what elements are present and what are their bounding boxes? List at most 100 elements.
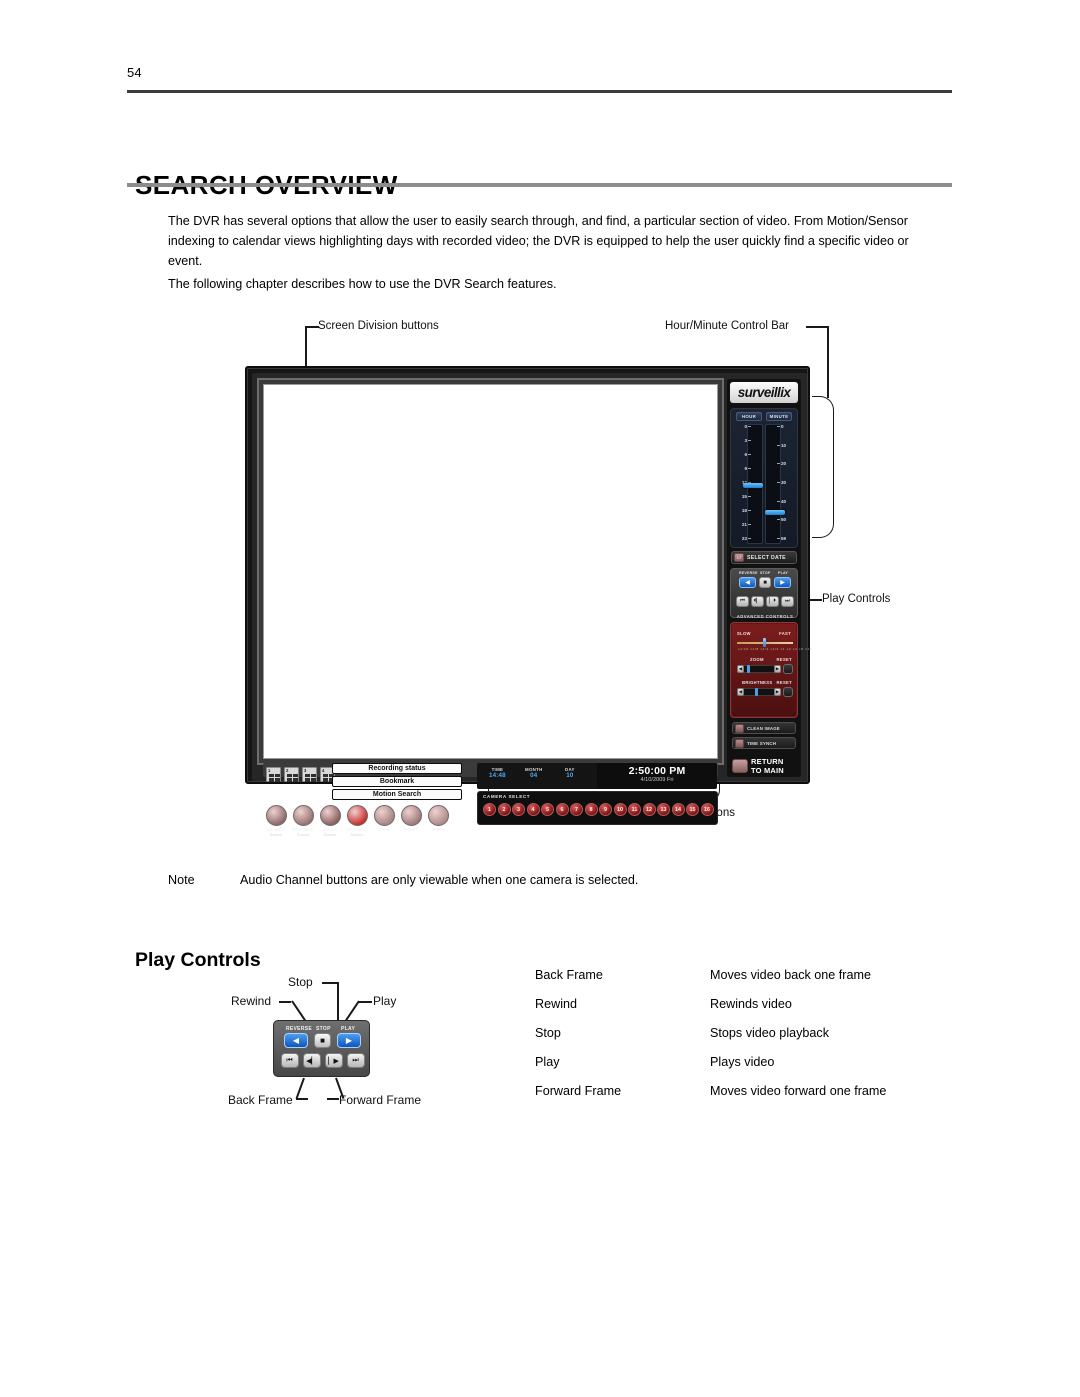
time-synch-icon	[735, 738, 744, 748]
zoom-reset-button[interactable]	[783, 664, 793, 674]
return-to-main-button[interactable]: RETURN TO MAIN	[732, 755, 798, 777]
search-tool-button[interactable]: INDEX Search	[318, 805, 342, 837]
search-tool-icon	[265, 805, 287, 826]
camera-select-button[interactable]: 14	[671, 803, 685, 816]
back-frame-button[interactable]: ⏮	[736, 596, 749, 607]
figure-transport-buttons: ◀ ■ ▶	[274, 1033, 371, 1048]
forward-frame-button[interactable]: ⏭	[781, 596, 794, 607]
camera-select-button[interactable]: 9	[599, 803, 612, 816]
brightness-slider-thumb[interactable]	[755, 688, 758, 696]
screen-division-button[interactable]: 3	[302, 767, 317, 782]
search-tool-label-2: Search	[350, 832, 364, 837]
figure-frame-buttons: ⏮ ◀▏ ▏▶ ⏭	[274, 1053, 371, 1068]
figure-stop-caption: STOP	[316, 1026, 331, 1032]
camera-select-button[interactable]: 8	[584, 803, 598, 816]
reverse-button[interactable]: ◀	[739, 577, 756, 588]
hour-minute-control-bar[interactable]: HOUR MINUTE 03691215182123 0102030405059	[730, 408, 798, 548]
brightness-increase-icon[interactable]: ▶	[774, 688, 781, 696]
figure-reverse-button[interactable]: ◀	[284, 1033, 308, 1048]
playback-field[interactable]: TIME 14:48	[489, 767, 506, 779]
camera-select-button[interactable]: 10	[613, 803, 627, 816]
time-synch-button[interactable]: TIME SYNCH	[732, 737, 796, 749]
screen-division-button[interactable]: 1	[266, 767, 281, 782]
control-description: Plays video	[710, 1055, 775, 1069]
subsection-title: Play Controls	[135, 949, 261, 972]
control-description: Rewinds video	[710, 997, 792, 1011]
figure-step-back-button[interactable]: ◀▏	[302, 1053, 321, 1068]
stop-button[interactable]: ■	[759, 577, 771, 588]
zoom-decrease-icon[interactable]: ◀	[737, 665, 744, 673]
division-number: 3	[304, 768, 307, 773]
speed-tick-labels: x1/16 x1/8 x1/4 x1/2 x1 x2 x4 x8 x16	[738, 647, 813, 651]
play-button[interactable]: ▶	[774, 577, 791, 588]
table-row: Forward Frame Moves video forward one fra…	[535, 1084, 955, 1113]
camera-select-button[interactable]: 2	[497, 803, 511, 816]
return-line-2: TO MAIN	[751, 766, 784, 775]
minute-slider-track[interactable]	[765, 424, 781, 544]
figure-stop-button[interactable]: ■	[314, 1033, 331, 1048]
brightness-reset-button[interactable]	[783, 687, 793, 697]
search-tool-button[interactable]: SAVE	[372, 805, 396, 832]
status-box[interactable]: Motion Search	[332, 789, 462, 800]
camera-select-button[interactable]: 11	[628, 803, 641, 816]
playback-field-value: 04	[530, 772, 538, 779]
leader-line	[305, 326, 319, 328]
zoom-slider-thumb[interactable]	[747, 665, 750, 673]
figure-label-stop: Stop	[288, 975, 313, 989]
return-icon	[732, 759, 748, 773]
calendar-button[interactable]: 17 SELECT DATE	[731, 551, 797, 564]
figure-step-forward-button[interactable]: ▏▶	[324, 1053, 343, 1068]
logo-text: surveillix	[737, 385, 791, 400]
callout-play-controls: Play Controls	[822, 593, 891, 605]
camera-select-button[interactable]: 6	[555, 803, 569, 816]
minute-slider-thumb[interactable]	[765, 510, 785, 515]
search-tool-button[interactable]: OBJECT Search	[264, 805, 288, 837]
brightness-decrease-icon[interactable]: ◀	[737, 688, 744, 696]
step-forward-button[interactable]: ▏⏵	[766, 596, 779, 607]
camera-select-button[interactable]: 16	[700, 803, 714, 816]
leader-line	[327, 1098, 339, 1100]
figure-back-frame-button[interactable]: ⏮	[280, 1053, 299, 1068]
search-tool-label-1: PRINT	[404, 827, 418, 832]
status-box[interactable]: Recording status	[332, 763, 462, 774]
clean-image-button[interactable]: CLEAN IMAGE	[732, 722, 796, 734]
transport-buttons: ◀ ■ ▶	[731, 577, 799, 588]
figure-play-button[interactable]: ▶	[337, 1033, 361, 1048]
camera-select-button[interactable]: 12	[642, 803, 656, 816]
minute-scale: 0 10 20 30 40 50 59	[777, 424, 795, 544]
leader-line	[279, 1001, 291, 1003]
search-tool-button[interactable]: OPEN	[426, 805, 450, 832]
dvr-bezel: surveillix HOUR MINUTE 03691215182123 01…	[252, 373, 811, 837]
hour-slider-thumb[interactable]	[743, 483, 763, 488]
search-tool-button[interactable]: PRINT	[399, 805, 423, 832]
control-description: Stops video playback	[710, 1026, 830, 1040]
figure-label-play: Play	[373, 994, 397, 1008]
search-tool-label-1: OPEN	[431, 827, 445, 832]
playback-field[interactable]: MONTH 04	[525, 767, 543, 779]
search-tool-button[interactable]: PREVIEW Search	[291, 805, 315, 837]
video-display-area[interactable]	[263, 384, 718, 759]
screen-division-button[interactable]: 2	[284, 767, 299, 782]
speed-slider-thumb[interactable]	[763, 638, 766, 647]
minute-caption: MINUTE	[766, 412, 792, 421]
figure-forward-frame-button[interactable]: ⏭	[346, 1053, 365, 1068]
minute-tick: 0	[777, 424, 784, 429]
search-tool-icon	[400, 805, 422, 826]
camera-select-button[interactable]: 4	[526, 803, 540, 816]
camera-select-button[interactable]: 3	[512, 803, 525, 816]
camera-select-button[interactable]: 13	[657, 803, 670, 816]
search-tool-button[interactable]: GRAPHIC Search	[345, 805, 369, 837]
leader-line	[296, 1098, 308, 1100]
zoom-increase-icon[interactable]: ▶	[774, 665, 781, 673]
playback-field[interactable]: DAY 10	[565, 767, 575, 779]
step-back-button[interactable]: ⏴▏	[751, 596, 764, 607]
camera-select-buttons: 1 2 3 4 5 6 7 8 9 10 11 12 13 14 15 16	[483, 803, 714, 816]
figure-reverse-caption: REVERSE	[286, 1026, 312, 1032]
camera-select-button[interactable]: 1	[483, 803, 496, 816]
camera-select-button[interactable]: 7	[570, 803, 583, 816]
status-box[interactable]: Bookmark	[332, 776, 462, 787]
camera-select-button[interactable]: 15	[686, 803, 699, 816]
camera-select-button[interactable]: 5	[541, 803, 554, 816]
leader-line	[295, 1077, 305, 1099]
play-controls-description-table: Back Frame Moves video back one frame Rewi…	[535, 968, 955, 1113]
